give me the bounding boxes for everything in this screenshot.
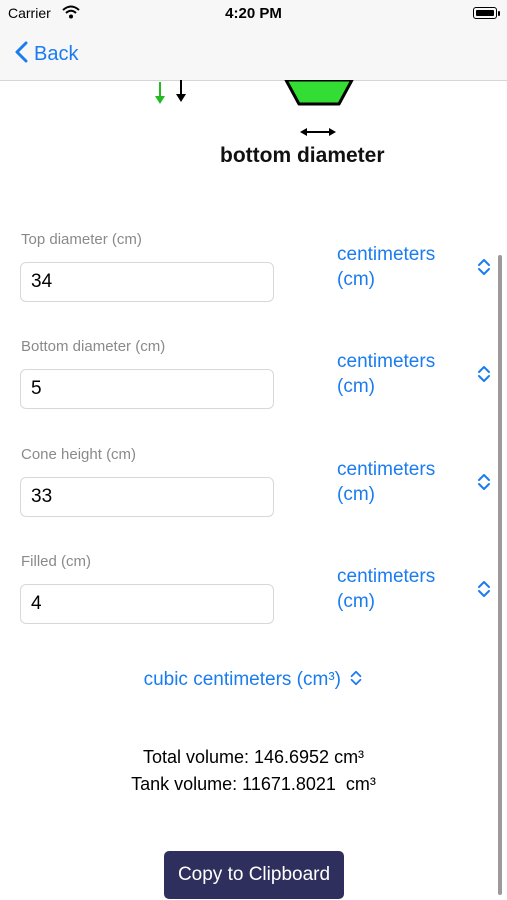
chevron-left-icon: [14, 41, 28, 68]
height-arrow-icon: [176, 80, 186, 102]
tank-volume-result: Tank volume: 11671.8021 cm³: [131, 774, 376, 794]
unit-label: centimeters (cm): [337, 244, 436, 290]
chevron-up-down-icon: [477, 473, 491, 496]
volume-unit-select[interactable]: cubic centimeters (cm³): [0, 669, 507, 691]
filled-label: Filled (cm): [21, 553, 91, 570]
back-button[interactable]: Back: [14, 40, 78, 68]
cone-height-input[interactable]: [20, 477, 274, 517]
results: Total volume: 146.6952 cm³ Tank volume: …: [0, 744, 507, 798]
unit-label: centimeters (cm): [337, 566, 436, 612]
bottom-diameter-field-label: Bottom diameter (cm): [21, 338, 166, 355]
bottom-diameter-input[interactable]: [20, 369, 274, 409]
volume-unit-label: cubic centimeters (cm³): [143, 669, 341, 690]
cone-height-unit-select[interactable]: centimeters (cm): [337, 457, 497, 509]
navigation-bar: Back: [0, 28, 507, 81]
status-bar: Carrier 4:20 PM: [0, 0, 507, 28]
battery-cap: [498, 11, 500, 16]
unit-label: centimeters (cm): [337, 459, 436, 505]
top-diameter-label: Top diameter (cm): [21, 231, 142, 248]
status-time: 4:20 PM: [225, 5, 282, 22]
chevron-up-down-icon: [345, 670, 363, 689]
copy-to-clipboard-button[interactable]: Copy to Clipboard: [164, 851, 344, 899]
unit-label: centimeters (cm): [337, 351, 436, 397]
double-arrow-icon: [300, 128, 336, 136]
filled-unit-select[interactable]: centimeters (cm): [337, 564, 497, 616]
battery-icon: [473, 7, 497, 19]
cone-height-label: Cone height (cm): [21, 446, 137, 463]
filled-input[interactable]: [20, 584, 274, 624]
scrollbar[interactable]: [498, 255, 502, 895]
chevron-up-down-icon: [477, 580, 491, 603]
filled-height-arrow-icon: [155, 82, 165, 104]
bottom-diameter-label: bottom diameter: [220, 144, 385, 167]
chevron-up-down-icon: [477, 365, 491, 388]
chevron-up-down-icon: [477, 258, 491, 281]
total-volume-result: Total volume: 146.6952 cm³: [142, 747, 365, 767]
back-label: Back: [34, 42, 79, 65]
top-diameter-input[interactable]: [20, 262, 274, 302]
top-diameter-unit-select[interactable]: centimeters (cm): [337, 242, 497, 294]
cone-fill-shape: [284, 78, 354, 106]
bottom-diameter-unit-select[interactable]: centimeters (cm): [337, 349, 497, 401]
